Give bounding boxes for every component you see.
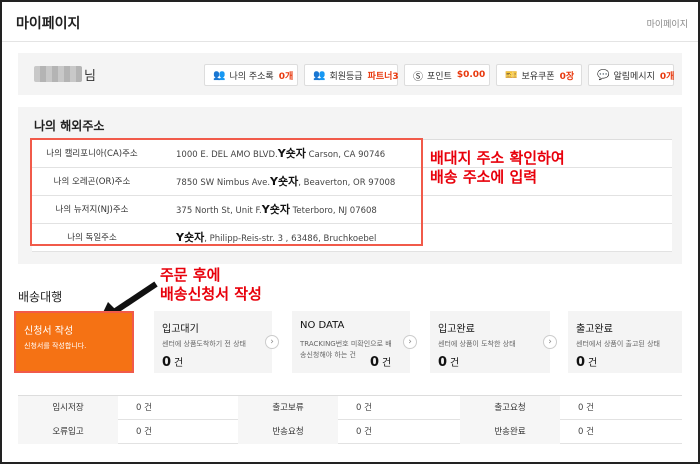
chevron-right-icon: › xyxy=(543,335,557,349)
status-label: 반송완료 xyxy=(460,420,560,444)
stat-value: 파트너3 xyxy=(367,71,399,82)
status-label: 임시저장 xyxy=(18,396,118,420)
step-title: 입고완료 xyxy=(438,324,475,335)
step-application[interactable]: 신청서 작성 신청서를 작성합니다. xyxy=(14,311,134,373)
shipping-section-title: 배송대행 xyxy=(18,290,63,304)
step-description: 센터에 상품도착하기 전 상태 xyxy=(162,340,246,348)
page-title: 마이페이지 xyxy=(16,16,81,32)
step-description: 센터에서 상품이 출고된 상태 xyxy=(576,340,660,348)
coupon-icon: 🎫 xyxy=(505,69,518,81)
stat-points[interactable]: Ⓢ 포인트 $0.00 xyxy=(404,64,490,86)
page-frame: 마이페이지 마이페이지 님 👥 나의 주소록 0개 👥 회원등급 파트너3 Ⓢ … xyxy=(0,0,700,464)
status-value[interactable]: 0 건 xyxy=(136,420,152,444)
address-book-icon: 👥 xyxy=(213,69,226,81)
step-shipped[interactable]: 출고완료 센터에서 상품이 출고된 상태 0건 xyxy=(568,311,682,373)
status-value[interactable]: 0 건 xyxy=(578,396,594,420)
stat-messages[interactable]: 💬 알림메시지 0개 xyxy=(588,64,674,86)
status-label: 출고보류 xyxy=(238,396,338,420)
stat-value: 0장 xyxy=(559,71,575,82)
stat-address-book[interactable]: 👥 나의 주소록 0개 xyxy=(204,64,298,86)
stat-value: $0.00 xyxy=(456,70,486,80)
step-count: 0건 xyxy=(438,355,460,370)
stat-label: 보유쿠폰 xyxy=(521,71,555,82)
stat-value: 0개 xyxy=(278,71,294,82)
message-icon: 💬 xyxy=(597,69,610,81)
step-title: 입고대기 xyxy=(162,324,199,335)
status-table: 임시저장 0 건 출고보류 0 건 출고요청 0 건 오류입고 0 건 반송요청… xyxy=(18,395,682,444)
stat-label: 포인트 xyxy=(427,71,452,82)
name-suffix: 님 xyxy=(84,69,96,84)
address-highlight-box xyxy=(30,138,423,246)
step-title: NO DATA xyxy=(300,320,345,331)
status-value[interactable]: 0 건 xyxy=(356,396,372,420)
page-header: 마이페이지 마이페이지 xyxy=(2,2,698,42)
step-count: 0건 xyxy=(162,355,184,370)
status-label: 반송요청 xyxy=(238,420,338,444)
breadcrumb[interactable]: 마이페이지 xyxy=(647,17,688,30)
blurred-username xyxy=(34,66,82,82)
table-row: 오류입고 0 건 반송요청 0 건 반송완료 0 건 xyxy=(18,420,682,444)
order-annotation: 주문 후에 배송신청서 작성 xyxy=(160,266,262,303)
points-icon: Ⓢ xyxy=(413,71,423,83)
stat-label: 회원등급 xyxy=(329,71,363,82)
chevron-right-icon: › xyxy=(403,335,417,349)
status-value[interactable]: 0 건 xyxy=(578,420,594,444)
step-title: 신청서 작성 xyxy=(24,326,74,337)
status-label: 오류입고 xyxy=(18,420,118,444)
step-description: 센터에 상품이 도착한 상태 xyxy=(438,340,516,348)
table-row: 임시저장 0 건 출고보류 0 건 출고요청 0 건 xyxy=(18,396,682,420)
step-waiting[interactable]: 입고대기 센터에 상품도착하기 전 상태 0건 xyxy=(154,311,272,373)
address-annotation: 배대지 주소 확인하여 배송 주소에 입력 xyxy=(430,149,565,186)
stat-label: 알림메시지 xyxy=(613,71,655,82)
stat-member-grade[interactable]: 👥 회원등급 파트너3 xyxy=(304,64,399,86)
overseas-address-title: 나의 해외주소 xyxy=(34,119,105,133)
step-received[interactable]: 입고완료 센터에 상품이 도착한 상태 0건 xyxy=(430,311,550,373)
status-label: 출고요청 xyxy=(460,396,560,420)
status-value[interactable]: 0 건 xyxy=(136,396,152,420)
step-no-data[interactable]: NO DATA TRACKING번호 미확인으로 배 송신청해야 하는 건 0건 xyxy=(292,311,410,373)
stat-value: 0개 xyxy=(659,71,675,82)
chevron-right-icon: › xyxy=(265,335,279,349)
stat-label: 나의 주소록 xyxy=(229,71,274,82)
step-count: 0건 xyxy=(576,355,598,370)
status-value[interactable]: 0 건 xyxy=(356,420,372,444)
stat-coupons[interactable]: 🎫 보유쿠폰 0장 xyxy=(496,64,582,86)
step-description: 신청서를 작성합니다. xyxy=(24,342,87,350)
user-summary-bar: 님 👥 나의 주소록 0개 👥 회원등급 파트너3 Ⓢ 포인트 $0.00 🎫 … xyxy=(18,53,682,95)
member-grade-icon: 👥 xyxy=(313,69,326,81)
step-title: 출고완료 xyxy=(576,324,613,335)
step-count: 0건 xyxy=(370,355,392,370)
